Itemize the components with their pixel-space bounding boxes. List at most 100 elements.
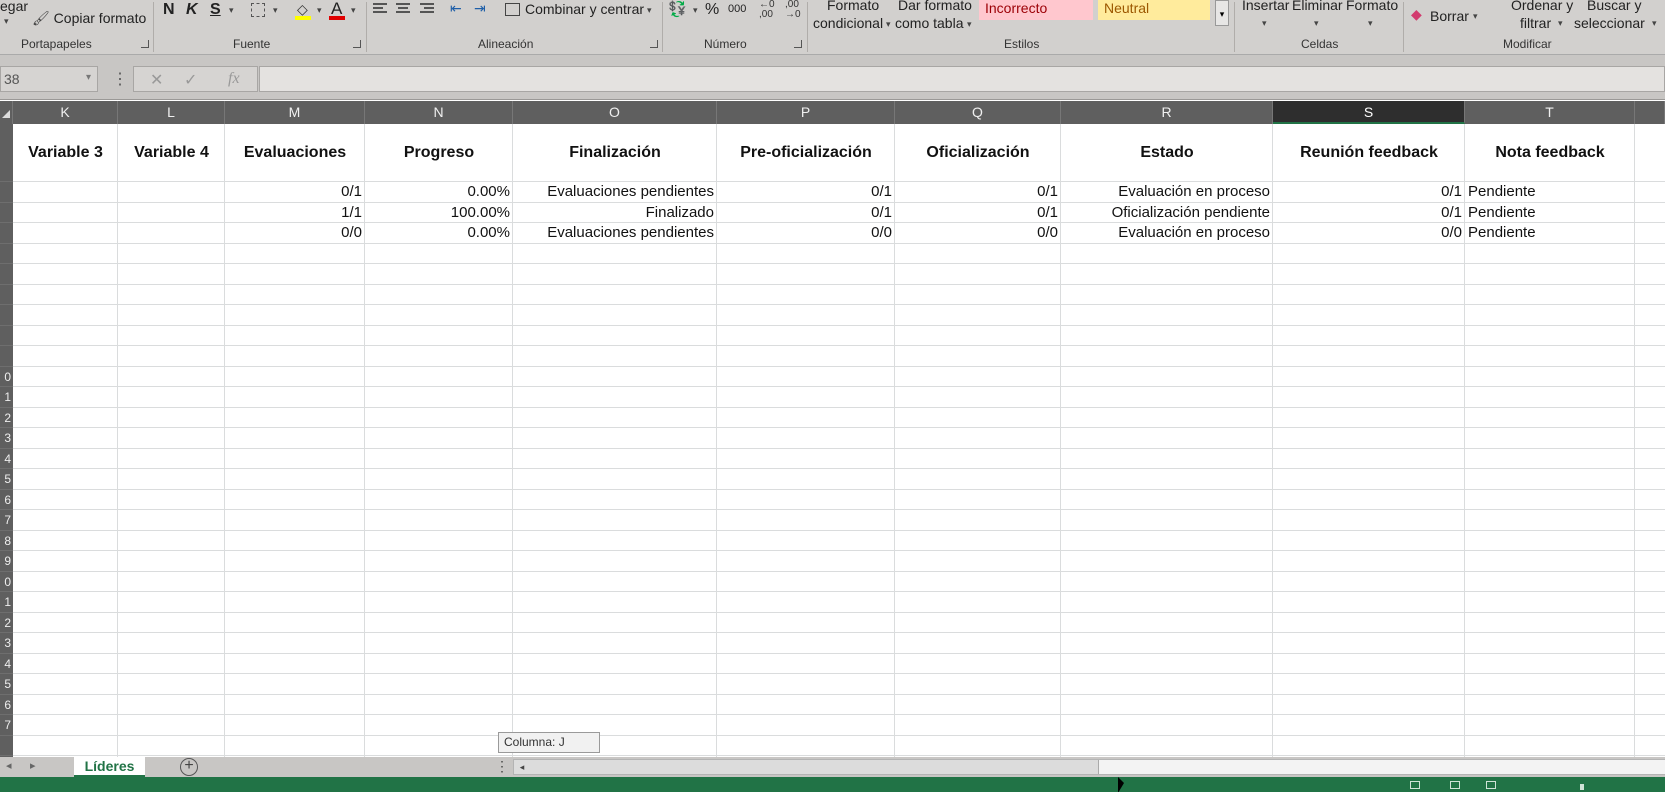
row-header[interactable] <box>0 305 13 326</box>
row-header[interactable] <box>0 326 13 346</box>
sort-filter-line2[interactable]: filtrar <box>1520 15 1551 31</box>
borders-icon[interactable] <box>251 3 265 17</box>
find-select-line2[interactable]: seleccionar <box>1574 15 1645 31</box>
styles-more-button[interactable]: ▾ <box>1215 0 1229 26</box>
accounting-dropdown-icon[interactable]: ▾ <box>693 5 698 16</box>
cell-m[interactable]: 0/1 <box>225 182 365 203</box>
row-header[interactable]: 3 <box>0 428 13 449</box>
page-layout-view-icon[interactable] <box>1450 781 1460 789</box>
cell-o[interactable]: Evaluaciones pendientes <box>513 182 717 203</box>
sort-filter-dropdown-icon[interactable]: ▾ <box>1558 18 1563 29</box>
cell-r[interactable]: Evaluación en proceso <box>1061 223 1273 244</box>
header-cell[interactable]: Pre-oficialización <box>717 124 895 182</box>
add-sheet-button[interactable]: + <box>180 758 198 776</box>
row-header[interactable]: 1 <box>0 387 13 408</box>
cell-s[interactable]: 0/1 <box>1273 203 1465 224</box>
cell-p[interactable]: 0/0 <box>717 223 895 244</box>
align-right-icon[interactable] <box>420 3 436 17</box>
number-launcher-icon[interactable] <box>794 40 802 48</box>
header-cell[interactable]: Evaluaciones <box>225 124 365 182</box>
horizontal-scrollbar[interactable]: ◂ <box>513 759 1665 775</box>
percent-button[interactable]: % <box>705 1 719 19</box>
page-break-view-icon[interactable] <box>1486 781 1496 789</box>
cell-q[interactable]: 0/1 <box>895 182 1061 203</box>
prev-sheet-icon[interactable]: ◂ <box>6 759 12 772</box>
cell-r[interactable]: Oficialización pendiente <box>1061 203 1273 224</box>
insert-button[interactable]: Insertar <box>1242 0 1289 13</box>
header-cell[interactable]: Finalización <box>513 124 717 182</box>
column-header-n[interactable]: N <box>365 101 513 124</box>
thousands-button[interactable]: 000 <box>728 3 746 15</box>
row-header[interactable]: 1 <box>0 592 13 613</box>
row-header[interactable]: 4 <box>0 654 13 674</box>
merge-dropdown-icon[interactable]: ▾ <box>647 5 652 16</box>
row-header[interactable]: 9 <box>0 551 13 572</box>
cell-s[interactable]: 0/0 <box>1273 223 1465 244</box>
row-header[interactable] <box>0 124 13 182</box>
font-launcher-icon[interactable] <box>353 40 361 48</box>
underline-button[interactable]: S <box>210 1 221 19</box>
cell-r[interactable]: Evaluación en proceso <box>1061 182 1273 203</box>
header-cell[interactable]: Variable 4 <box>118 124 225 182</box>
cell-t[interactable]: Pendiente <box>1465 203 1635 224</box>
cell-p[interactable]: 0/1 <box>717 182 895 203</box>
italic-button[interactable]: K <box>186 1 198 19</box>
row-header[interactable]: 7 <box>0 510 13 531</box>
increase-indent-icon[interactable]: ⇥ <box>474 0 486 17</box>
tab-splitter-icon[interactable]: ⋮ <box>495 758 509 775</box>
cell-n[interactable]: 0.00% <box>365 182 513 203</box>
column-header-u[interactable] <box>1635 101 1665 124</box>
cell-m[interactable]: 1/1 <box>225 203 365 224</box>
decrease-indent-icon[interactable]: ⇤ <box>450 0 462 17</box>
column-header-k[interactable]: K <box>13 101 118 124</box>
row-header[interactable] <box>0 182 13 203</box>
cell-q[interactable]: 0/1 <box>895 203 1061 224</box>
row-header[interactable]: 0 <box>0 572 13 592</box>
cell-p[interactable]: 0/1 <box>717 203 895 224</box>
name-box-dropdown-icon[interactable]: ▾ <box>86 72 91 83</box>
row-header[interactable]: 0 <box>0 367 13 387</box>
delete-button[interactable]: Eliminar <box>1292 0 1343 13</box>
bold-button[interactable]: N <box>163 1 175 19</box>
row-header[interactable] <box>0 244 13 264</box>
decrease-decimal-icon[interactable]: ,00 →0 <box>785 0 801 20</box>
insert-function-icon[interactable]: fx <box>228 70 240 88</box>
row-header[interactable] <box>0 223 13 244</box>
fill-dropdown-icon[interactable]: ▾ <box>317 5 322 16</box>
alignment-launcher-icon[interactable] <box>650 40 658 48</box>
next-sheet-icon[interactable]: ▸ <box>30 759 36 772</box>
sheet-tab-lideres[interactable]: Líderes <box>74 757 145 778</box>
header-cell[interactable]: Variable 3 <box>13 124 118 182</box>
increase-decimal-icon[interactable]: ←0,00 <box>759 0 775 20</box>
cell-q[interactable]: 0/0 <box>895 223 1061 244</box>
zoom-slider-thumb[interactable] <box>1580 784 1584 790</box>
formula-input[interactable] <box>259 66 1665 92</box>
row-header[interactable]: 6 <box>0 490 13 510</box>
enter-icon[interactable]: ✓ <box>184 70 197 90</box>
clipboard-launcher-icon[interactable] <box>141 40 149 48</box>
header-cell[interactable]: Reunión feedback <box>1273 124 1465 182</box>
row-header[interactable]: 4 <box>0 449 13 469</box>
row-header[interactable] <box>0 264 13 285</box>
underline-dropdown-icon[interactable]: ▾ <box>229 5 234 16</box>
scroll-track[interactable] <box>530 760 1111 774</box>
clear-button[interactable]: Borrar <box>1430 8 1469 24</box>
row-header[interactable] <box>0 736 13 756</box>
sort-filter-line1[interactable]: Ordenar y <box>1511 0 1573 13</box>
cancel-icon[interactable]: ✕ <box>150 70 163 90</box>
row-header[interactable]: 2 <box>0 408 13 428</box>
align-center-icon[interactable] <box>396 3 412 17</box>
scroll-left-icon[interactable]: ◂ <box>514 760 530 774</box>
column-header-s[interactable]: S <box>1273 101 1465 124</box>
formula-bar-grip-icon[interactable]: ⋮ <box>112 69 128 89</box>
row-header[interactable]: 7 <box>0 715 13 736</box>
align-left-icon[interactable] <box>373 3 389 17</box>
format-button[interactable]: Formato <box>1346 0 1398 13</box>
header-cell[interactable]: Oficialización <box>895 124 1061 182</box>
style-bad[interactable]: Incorrecto <box>979 0 1093 20</box>
find-select-line1[interactable]: Buscar y <box>1587 0 1641 13</box>
row-header[interactable]: 6 <box>0 695 13 715</box>
column-header-m[interactable]: M <box>225 101 365 124</box>
cell-o[interactable]: Evaluaciones pendientes <box>513 223 717 244</box>
header-cell[interactable]: Progreso <box>365 124 513 182</box>
